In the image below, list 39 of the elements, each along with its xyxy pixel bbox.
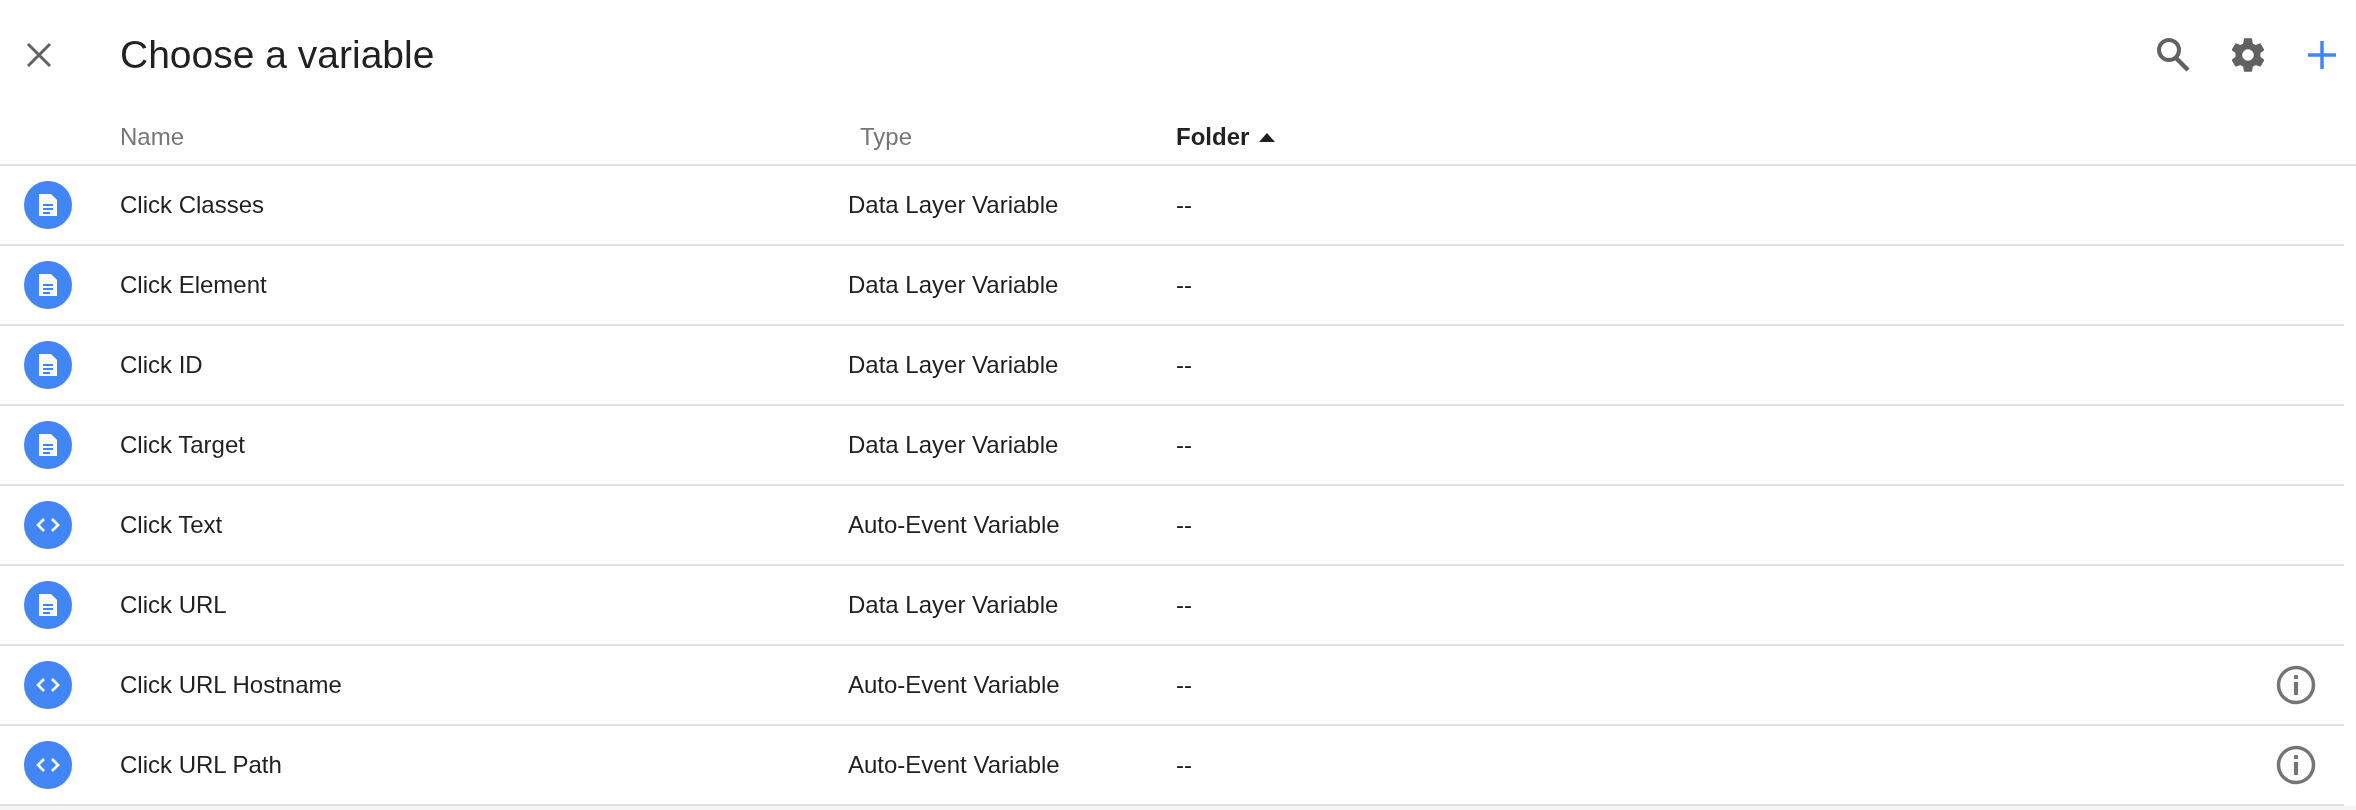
variable-name: Click ID: [120, 351, 203, 379]
document-icon: [37, 192, 59, 218]
search-icon: [2156, 37, 2190, 73]
variable-type: Data Layer Variable: [848, 591, 1059, 619]
dialog-title: Choose a variable: [120, 33, 436, 77]
variable-type: Data Layer Variable: [848, 351, 1059, 379]
info-icon[interactable]: [2276, 745, 2316, 785]
document-icon: [37, 352, 59, 378]
variable-type: Auto-Event Variable: [848, 511, 1060, 539]
variable-name: Click Text: [120, 511, 223, 539]
document-icon: [37, 272, 59, 298]
info-icon[interactable]: [2276, 665, 2316, 705]
variable-folder: --: [1176, 671, 1192, 699]
variable-folder: --: [1176, 271, 1192, 299]
variable-folder: --: [1176, 591, 1192, 619]
column-header[interactable]: Folder: [1176, 123, 1276, 151]
variable-name: Click URL: [120, 591, 227, 619]
variable-folder: --: [1176, 351, 1192, 379]
variable-type: Data Layer Variable: [848, 191, 1059, 219]
variable-name: Click Element: [120, 271, 267, 299]
variable-type: Data Layer Variable: [848, 271, 1059, 299]
document-icon: [37, 592, 59, 618]
column-header[interactable]: Name: [120, 123, 185, 151]
variable-folder: --: [1176, 751, 1192, 779]
variable-name: Click URL Hostname: [120, 671, 342, 699]
variable-name: Click URL Path: [120, 751, 282, 779]
sort-up-icon: [1259, 132, 1276, 142]
variable-type: Data Layer Variable: [848, 431, 1059, 459]
plus-icon: [2306, 39, 2338, 71]
variable-name: Click Classes: [120, 191, 265, 219]
variable-type: Auto-Event Variable: [848, 671, 1060, 699]
variable-folder: --: [1176, 431, 1192, 459]
column-header[interactable]: Type: [860, 123, 913, 151]
variable-type: Auto-Event Variable: [848, 751, 1060, 779]
document-icon: [37, 432, 59, 458]
variable-name: Click Target: [120, 431, 245, 459]
variable-folder: --: [1176, 511, 1192, 539]
variable-folder: --: [1176, 191, 1192, 219]
close-icon: [26, 42, 52, 68]
